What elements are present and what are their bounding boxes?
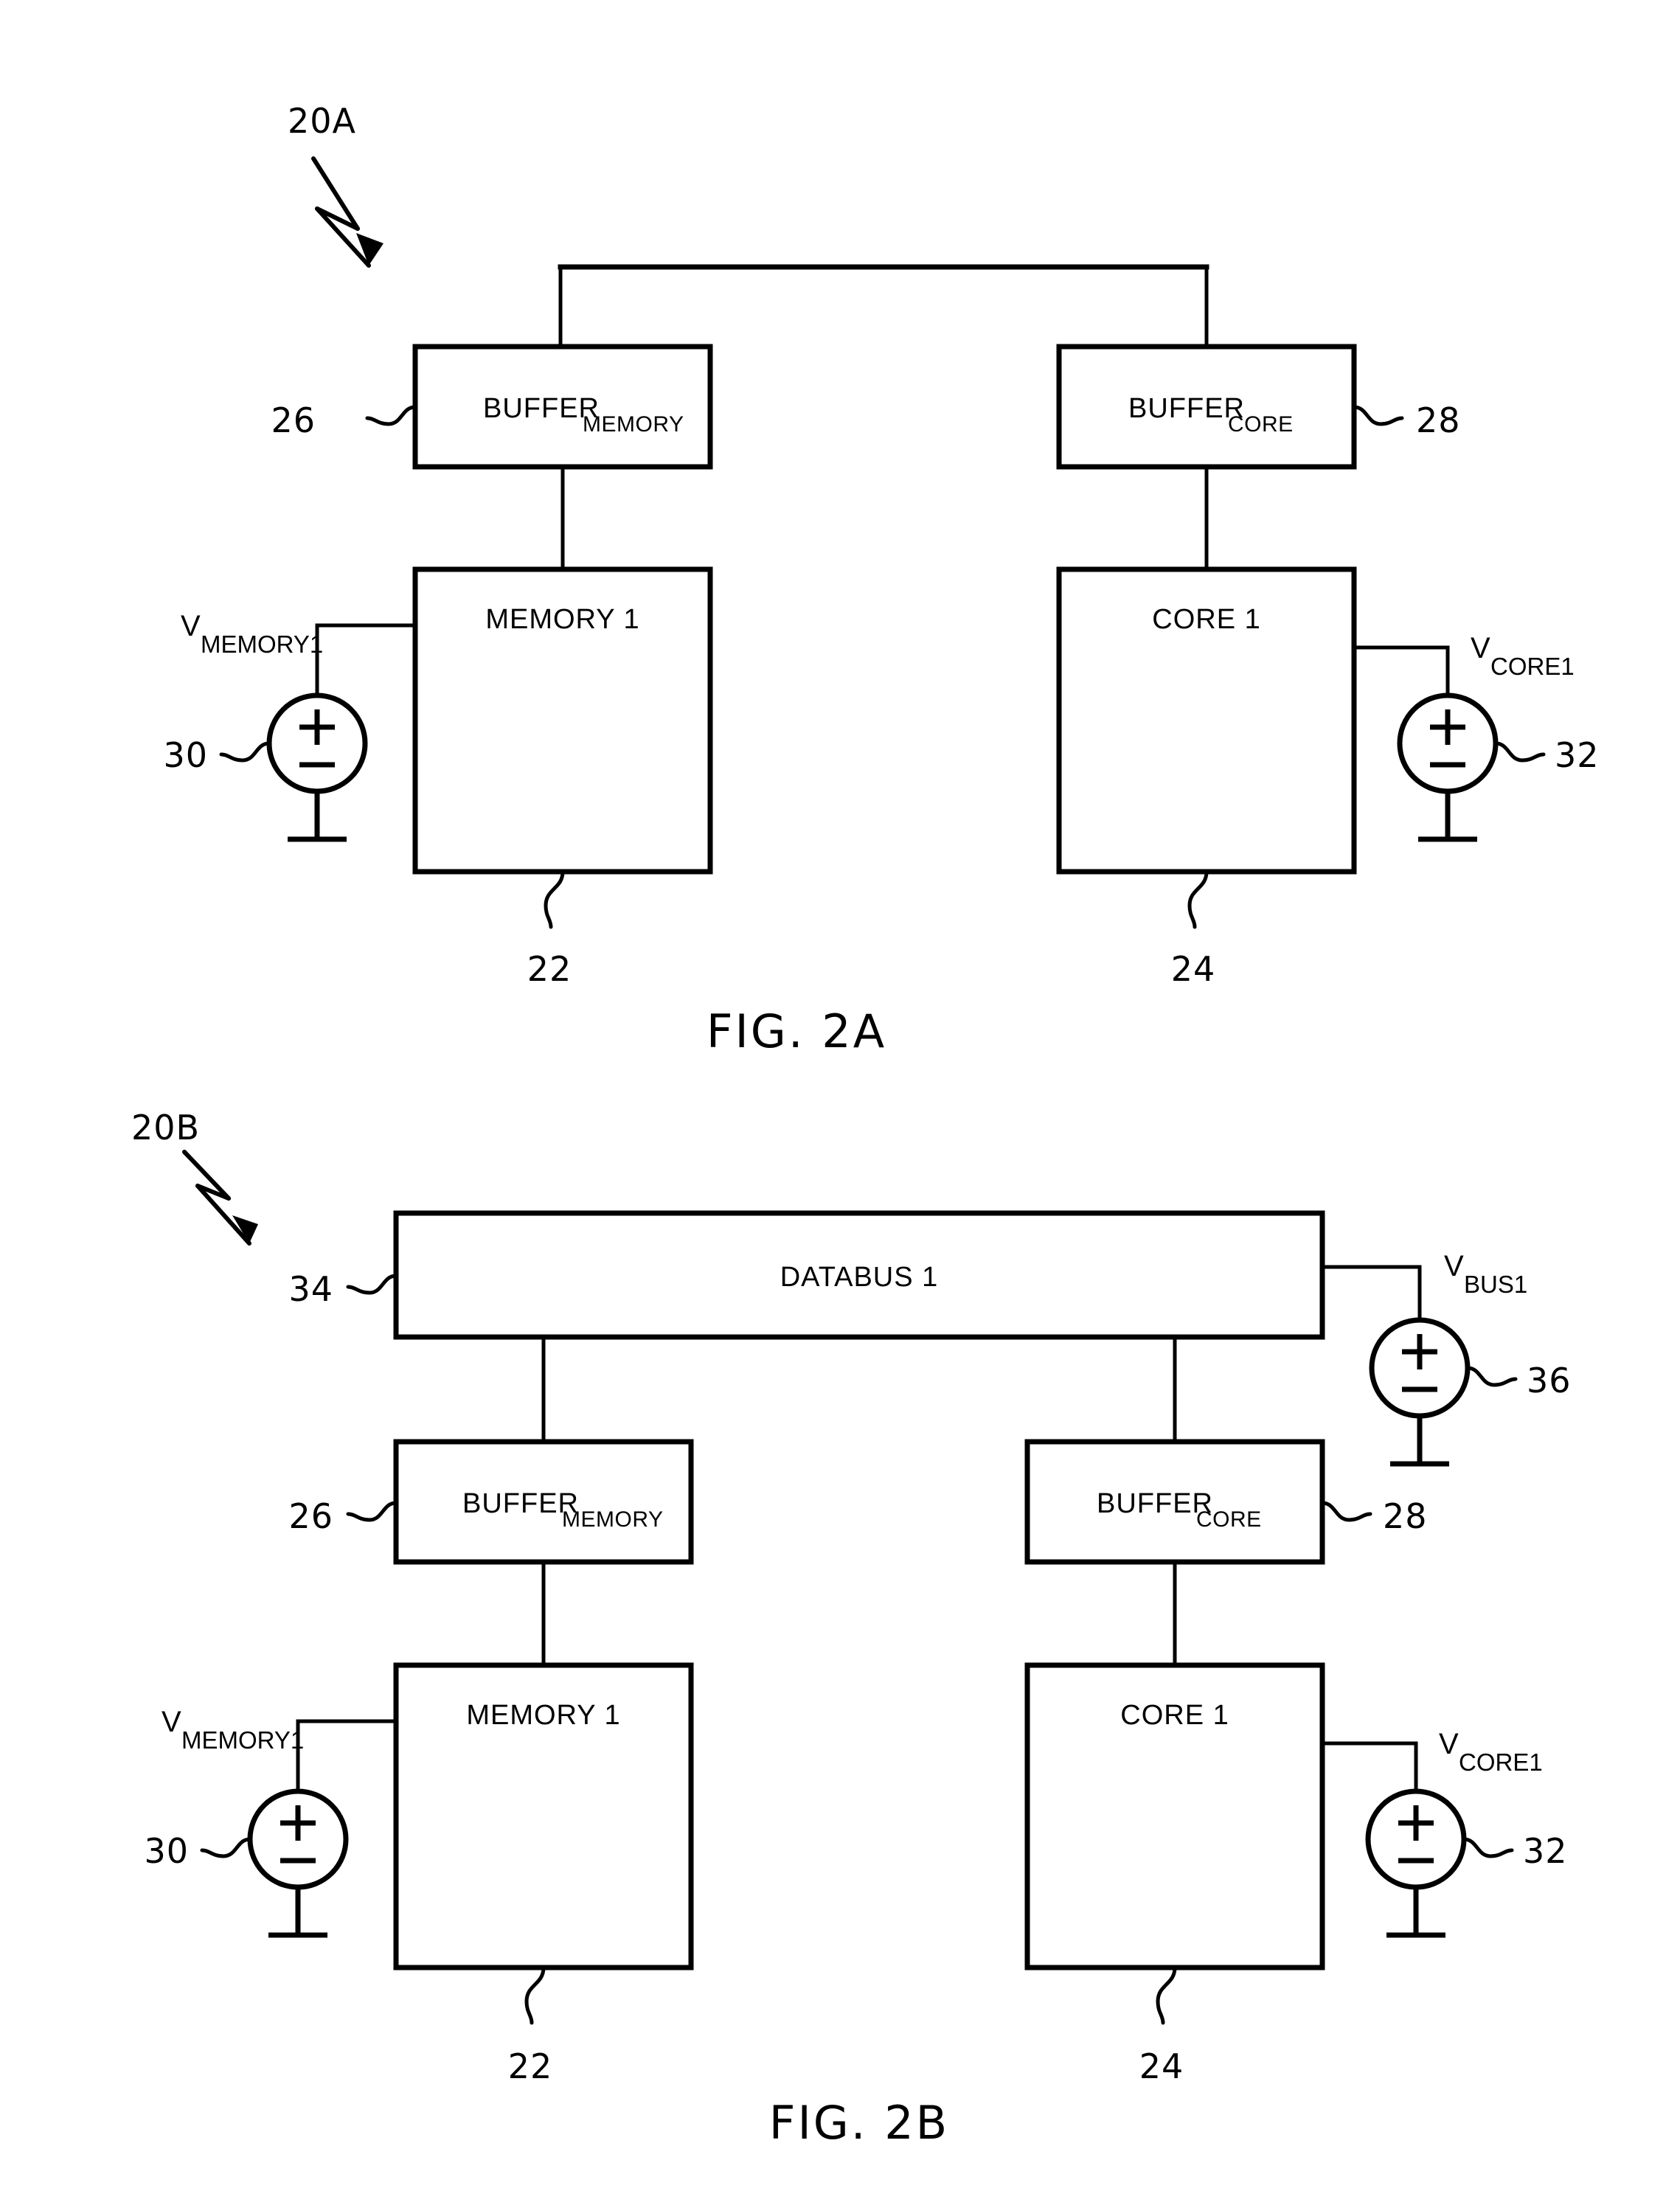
v-memory1-wire-2b: [296, 1719, 396, 1792]
ref-30-2a: 30: [163, 735, 208, 775]
ref-32-2b: 32: [1523, 1831, 1568, 1871]
voltage-source-v-core1-2b[interactable]: V CORE1 32: [1322, 1728, 1568, 1938]
v-core1-symbol-2a: V: [1471, 632, 1490, 664]
ground-icon-2b-bus: [1390, 1416, 1449, 1467]
leader-22-2b: [524, 1965, 546, 2025]
v-memory1-subscript-2b: MEMORY1: [181, 1726, 304, 1754]
ref-32-2a: 32: [1555, 735, 1600, 775]
block-buffer-core-sublabel-2b: CORE: [1196, 1507, 1262, 1532]
voltage-source-v-memory1-2a[interactable]: V MEMORY1 30: [163, 610, 415, 842]
v-core1-subscript-2b: CORE1: [1459, 1749, 1543, 1776]
figure-2a-caption: FIG. 2A: [707, 1004, 886, 1058]
leader-24-2a: [1187, 869, 1209, 929]
ref-36-2b: 36: [1527, 1361, 1572, 1400]
leader-32-2a: [1493, 741, 1546, 763]
lightning-leader-icon-2b: [182, 1150, 258, 1246]
block-buffer-core-sublabel-2a: CORE: [1228, 412, 1294, 437]
ref-22-2a: 22: [527, 949, 572, 989]
block-buffer-memory-sublabel-2b: MEMORY: [562, 1507, 663, 1532]
plus-sign-icon-2b-mem: [280, 1805, 316, 1841]
block-memory-1-label-2a: MEMORY 1: [485, 604, 639, 635]
figure-2b: 20B DATABUS 1 34 V BUS1 36 BUFFER MEMORY…: [131, 1108, 1572, 2150]
system-ref-20a: 20A: [288, 101, 356, 141]
leader-22-2a: [544, 869, 565, 929]
ref-26-2a: 26: [271, 400, 316, 440]
v-core1-subscript-2a: CORE1: [1490, 653, 1575, 680]
figure-2a: 20A BUFFER MEMORY 26 BUFFER CORE 28 MEMO…: [163, 101, 1600, 1058]
leader-26-2a: [365, 405, 417, 426]
plus-sign-icon-2a-core: [1430, 709, 1465, 745]
ground-icon-2b-core: [1386, 1887, 1445, 1938]
leader-24-2b: [1156, 1965, 1177, 2025]
ref-24-2b: 24: [1139, 2046, 1184, 2086]
plus-sign-icon-2b-core: [1398, 1805, 1434, 1841]
leader-34-2b: [346, 1274, 398, 1295]
v-core1-wire-2b: [1322, 1741, 1418, 1792]
ref-34-2b: 34: [288, 1269, 333, 1309]
plus-sign-icon-2a-mem: [299, 709, 335, 745]
ground-icon-2a-mem: [288, 791, 347, 842]
v-memory1-subscript-2a: MEMORY1: [201, 631, 323, 658]
block-databus-1-label-2b: DATABUS 1: [780, 1262, 939, 1293]
leader-36-2b: [1465, 1366, 1518, 1387]
voltage-source-v-core1-2a[interactable]: V CORE1 32: [1354, 632, 1600, 842]
v-bus1-wire-2b: [1322, 1265, 1422, 1320]
plus-sign-icon-2b-bus: [1402, 1334, 1437, 1369]
ground-icon-2a-core: [1418, 791, 1477, 842]
v-memory1-symbol-2a: V: [181, 610, 201, 642]
leader-28-2b: [1320, 1501, 1372, 1522]
v-memory1-symbol-2b: V: [162, 1706, 181, 1738]
patent-drawing-sheet: 20A BUFFER MEMORY 26 BUFFER CORE 28 MEMO…: [0, 0, 1680, 2205]
leader-30-2b: [200, 1837, 252, 1858]
leader-32-2b: [1462, 1837, 1514, 1858]
leader-28-2a: [1352, 405, 1404, 426]
v-bus1-subscript-2b: BUS1: [1464, 1271, 1527, 1298]
voltage-source-v-bus1-2b[interactable]: V BUS1 36: [1322, 1250, 1572, 1467]
block-buffer-memory-sublabel-2a: MEMORY: [583, 412, 684, 437]
ref-28-2b: 28: [1383, 1496, 1428, 1536]
v-memory1-wire-2a: [315, 623, 415, 696]
block-memory-1-label-2b: MEMORY 1: [466, 1700, 620, 1731]
v-core1-wire-2a: [1354, 645, 1450, 696]
system-ref-20b: 20B: [131, 1108, 200, 1147]
ref-28-2a: 28: [1416, 400, 1461, 440]
ref-24-2a: 24: [1171, 949, 1216, 989]
figure-2b-caption: FIG. 2B: [769, 2096, 949, 2150]
leader-30-2a: [219, 741, 271, 763]
ground-icon-2b-mem: [268, 1887, 327, 1938]
block-core-1-label-2a: CORE 1: [1152, 604, 1260, 635]
block-core-1-label-2b: CORE 1: [1120, 1700, 1229, 1731]
lightning-leader-icon: [311, 156, 383, 268]
v-bus1-symbol-2b: V: [1444, 1250, 1464, 1282]
ref-22-2b: 22: [508, 2046, 553, 2086]
v-core1-symbol-2b: V: [1439, 1728, 1459, 1760]
leader-26-2b: [346, 1501, 398, 1522]
ref-30-2b: 30: [144, 1831, 189, 1871]
voltage-source-v-memory1-2b[interactable]: V MEMORY1 30: [144, 1706, 396, 1938]
ref-26-2b: 26: [288, 1496, 333, 1536]
